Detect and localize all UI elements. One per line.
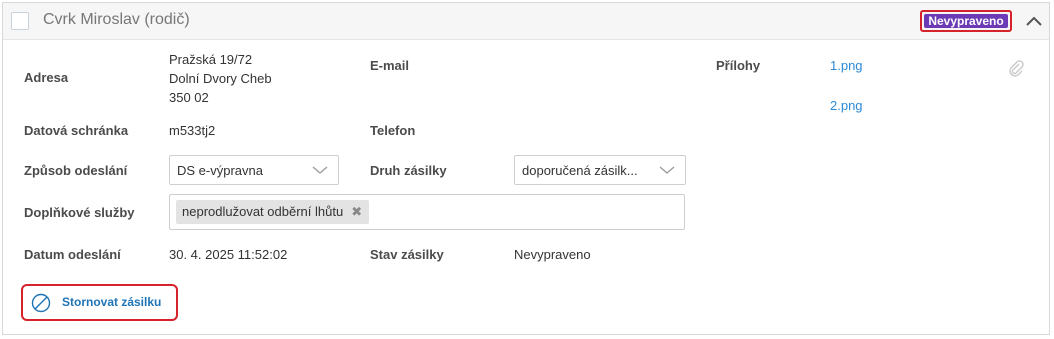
shipment-state-value: Nevypraveno bbox=[514, 247, 591, 262]
attachments-label: Přílohy bbox=[716, 58, 761, 73]
send-method-select[interactable]: DS e-výpravna bbox=[169, 155, 339, 185]
extra-service-tag: neprodlužovat odběrní lhůtu ✖ bbox=[176, 200, 370, 224]
extra-services-label: Doplňkové služby bbox=[24, 205, 135, 220]
databox-value: m533tj2 bbox=[169, 123, 216, 138]
chevron-up-icon[interactable] bbox=[1023, 11, 1045, 33]
recipient-panel: Cvrk Miroslav (rodič) Nevypraveno Adresa… bbox=[2, 2, 1050, 335]
attachment-link-2[interactable]: 2.png bbox=[830, 98, 863, 113]
chevron-down-icon bbox=[659, 166, 675, 174]
shipment-type-value: doporučená zásilk... bbox=[522, 163, 638, 178]
databox-label: Datová schránka bbox=[24, 123, 129, 138]
cancel-circle-icon bbox=[31, 293, 51, 313]
extra-service-tag-label: neprodlužovat odběrní lhůtu bbox=[182, 204, 344, 219]
phone-label: Telefon bbox=[370, 123, 416, 138]
address-line: 350 02 bbox=[169, 90, 209, 105]
shipment-state-label: Stav zásilky bbox=[370, 247, 444, 262]
cancel-shipment-button[interactable]: Stornovat zásilku bbox=[29, 292, 170, 313]
send-date-value: 30. 4. 2025 11:52:02 bbox=[169, 247, 288, 262]
attachment-link-1[interactable]: 1.png bbox=[830, 58, 863, 73]
email-label: E-mail bbox=[370, 58, 410, 73]
close-icon[interactable]: ✖ bbox=[351, 200, 362, 224]
send-date-label: Datum odeslání bbox=[24, 247, 121, 262]
address-label: Adresa bbox=[24, 70, 69, 85]
address-value: Pražská 19/72 Dolní Dvory Cheb 350 02 bbox=[169, 50, 272, 107]
cancel-shipment-highlight: Stornovat zásilku bbox=[21, 284, 178, 321]
recipient-title: Cvrk Miroslav (rodič) bbox=[43, 11, 190, 28]
paperclip-icon[interactable] bbox=[1008, 59, 1024, 77]
status-badge: Nevypraveno bbox=[924, 14, 1008, 28]
address-line: Pražská 19/72 bbox=[169, 52, 253, 67]
shipment-type-label: Druh zásilky bbox=[370, 163, 447, 178]
extra-services-multiselect[interactable]: neprodlužovat odběrní lhůtu ✖ bbox=[169, 194, 685, 230]
status-badge-highlight: Nevypraveno bbox=[920, 10, 1012, 32]
cancel-shipment-label: Stornovat zásilku bbox=[62, 295, 162, 309]
address-line: Dolní Dvory Cheb bbox=[169, 71, 272, 86]
shipment-type-select[interactable]: doporučená zásilk... bbox=[514, 155, 686, 185]
send-method-value: DS e-výpravna bbox=[177, 163, 263, 178]
send-method-label: Způsob odeslání bbox=[24, 163, 128, 178]
recipient-checkbox[interactable] bbox=[11, 12, 29, 30]
recipient-header[interactable]: Cvrk Miroslav (rodič) Nevypraveno bbox=[3, 3, 1049, 40]
chevron-down-icon bbox=[312, 166, 328, 174]
